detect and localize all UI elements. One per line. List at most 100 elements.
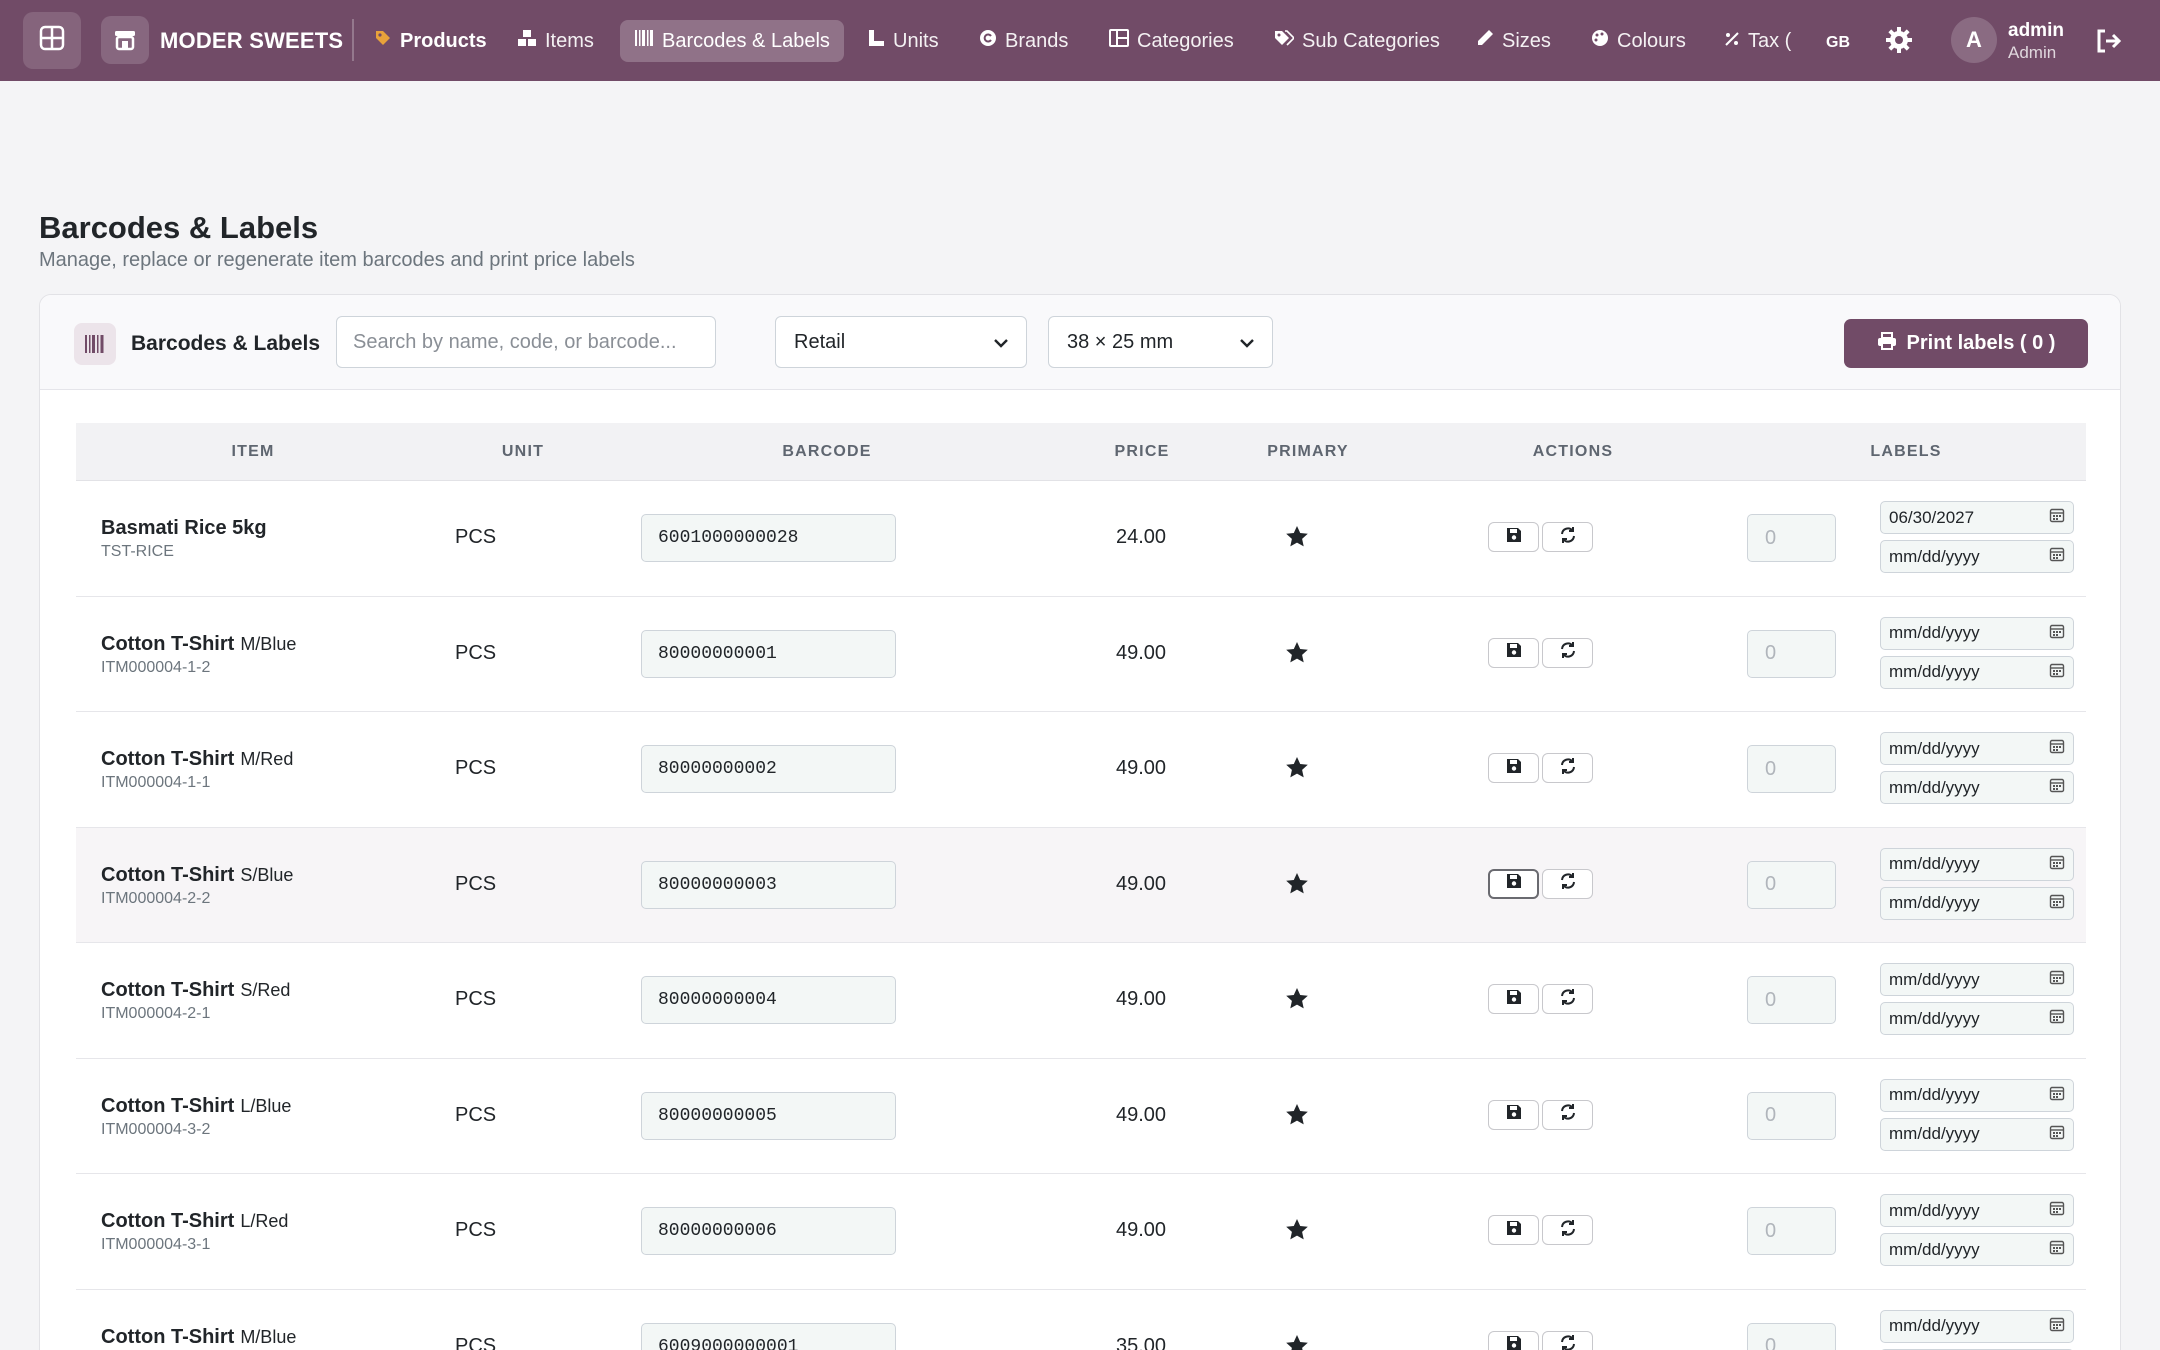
save-icon — [1506, 527, 1522, 548]
apps-grid-button[interactable] — [23, 12, 81, 69]
nav-item-sizes[interactable]: Sizes — [1462, 20, 1565, 62]
primary-star-icon[interactable] — [1285, 1103, 1309, 1131]
label-qty-input[interactable]: 0 — [1747, 745, 1836, 793]
date-input-1[interactable]: 06/30/2027 — [1880, 501, 2074, 534]
search-input[interactable] — [336, 316, 716, 368]
date-input-2[interactable]: mm/dd/yyyy — [1880, 655, 2074, 689]
barcode-input[interactable]: 6009000000001 — [641, 1322, 896, 1350]
date-input-1[interactable]: mm/dd/yyyy — [1880, 963, 2074, 996]
item-unit: PCS — [455, 1219, 497, 1241]
nav-item-products[interactable]: Products — [360, 20, 501, 62]
regenerate-barcode-button[interactable] — [1542, 868, 1593, 899]
primary-star-icon[interactable] — [1285, 1334, 1309, 1350]
save-barcode-button[interactable] — [1488, 522, 1539, 552]
avatar[interactable]: A — [1951, 17, 1997, 63]
gear-icon[interactable] — [1884, 25, 1914, 60]
nav-item-colours[interactable]: Colours — [1577, 20, 1700, 62]
label-qty-input[interactable]: 0 — [1747, 1091, 1836, 1140]
primary-star-icon[interactable] — [1285, 872, 1309, 900]
label-qty-input[interactable]: 0 — [1747, 629, 1836, 678]
primary-star-icon[interactable] — [1285, 525, 1309, 553]
table-row: Cotton T-Shirt S/Blue ITM000004-2-2 PCS 8… — [76, 827, 2086, 943]
label-qty-input[interactable]: 0 — [1747, 1207, 1836, 1255]
save-icon — [1506, 642, 1522, 663]
save-icon — [1506, 1335, 1522, 1350]
date-input-1[interactable]: mm/dd/yyyy — [1880, 616, 2074, 650]
barcode-input[interactable]: 80000000002 — [641, 745, 896, 793]
item-name: Cotton T-Shirt L/Red — [101, 1210, 288, 1233]
date-input-2[interactable]: mm/dd/yyyy — [1880, 1117, 2074, 1151]
item-name-text: Cotton T-Shirt — [101, 1325, 235, 1348]
save-barcode-button[interactable] — [1488, 753, 1539, 783]
item-price: 49.00 — [1115, 872, 1167, 895]
primary-star-icon[interactable] — [1285, 756, 1309, 784]
date-input-2[interactable]: mm/dd/yyyy — [1880, 540, 2074, 573]
nav-item-label: Colours — [1617, 29, 1686, 52]
label-size-select[interactable]: 38 × 25 mm — [1048, 316, 1273, 368]
nav-item-items[interactable]: Items — [503, 20, 608, 62]
save-icon — [1506, 1220, 1522, 1241]
language-selector[interactable]: GB — [1826, 34, 1850, 52]
barcode-input[interactable]: 80000000006 — [641, 1207, 896, 1255]
refresh-icon — [1559, 1103, 1577, 1126]
print-labels-button[interactable]: Print labels ( 0 ) — [1844, 319, 2088, 368]
nav-item-categories[interactable]: Categories — [1095, 20, 1248, 62]
primary-star-icon[interactable] — [1285, 641, 1309, 669]
item-unit: PCS — [455, 1334, 497, 1350]
save-barcode-button[interactable] — [1488, 1099, 1539, 1130]
price-type-select[interactable]: Retail — [775, 316, 1027, 368]
label-qty-input[interactable]: 0 — [1747, 1322, 1836, 1350]
user-name: admin — [2008, 20, 2064, 41]
logout-icon[interactable] — [2094, 27, 2122, 60]
save-barcode-button[interactable] — [1488, 637, 1539, 668]
item-name: Cotton T-Shirt M/Blue — [101, 633, 296, 656]
barcode-input[interactable]: 80000000005 — [641, 1091, 896, 1140]
date-input-1[interactable]: mm/dd/yyyy — [1880, 1194, 2074, 1227]
item-name: Cotton T-Shirt M/Red — [101, 748, 293, 771]
item-variant: M/Blue — [240, 1326, 297, 1347]
date-input-1[interactable]: mm/dd/yyyy — [1880, 732, 2074, 765]
tag-icon — [374, 29, 392, 53]
brand-name[interactable]: MODER SWEETS — [160, 28, 343, 54]
label-qty-input[interactable]: 0 — [1747, 514, 1836, 562]
barcode-input[interactable]: 80000000004 — [641, 976, 896, 1024]
date-value: mm/dd/yyyy — [1889, 969, 1980, 989]
date-input-2[interactable]: mm/dd/yyyy — [1880, 1233, 2074, 1266]
regenerate-barcode-button[interactable] — [1542, 637, 1593, 668]
refresh-icon — [1559, 1334, 1577, 1350]
regenerate-barcode-button[interactable] — [1542, 522, 1593, 552]
regenerate-barcode-button[interactable] — [1542, 1215, 1593, 1245]
categories-icon — [1109, 29, 1129, 53]
save-barcode-button[interactable] — [1488, 984, 1539, 1014]
barcode-input[interactable]: 6001000000028 — [641, 514, 896, 562]
regenerate-barcode-button[interactable] — [1542, 753, 1593, 783]
nav-item-brands[interactable]: Brands — [965, 20, 1082, 62]
regenerate-barcode-button[interactable] — [1542, 1330, 1593, 1350]
barcode-input[interactable]: 80000000003 — [641, 860, 896, 909]
label-qty-input[interactable]: 0 — [1747, 976, 1836, 1024]
date-input-2[interactable]: mm/dd/yyyy — [1880, 886, 2074, 920]
regenerate-barcode-button[interactable] — [1542, 1099, 1593, 1130]
save-barcode-button[interactable] — [1488, 868, 1539, 899]
primary-star-icon[interactable] — [1285, 1218, 1309, 1246]
item-unit: PCS — [455, 641, 497, 664]
nav-item-sub-categories[interactable]: Sub Categories — [1260, 20, 1454, 62]
label-qty-input[interactable]: 0 — [1747, 860, 1836, 909]
date-input-1[interactable]: mm/dd/yyyy — [1880, 1078, 2074, 1112]
regenerate-barcode-button[interactable] — [1542, 984, 1593, 1014]
nav-item-barcodes-labels[interactable]: Barcodes & Labels — [620, 20, 844, 62]
date-input-2[interactable]: mm/dd/yyyy — [1880, 771, 2074, 804]
nav-item-tax[interactable]: Tax ( — [1710, 20, 1805, 62]
nav-item-units[interactable]: Units — [853, 20, 953, 62]
date-input-2[interactable]: mm/dd/yyyy — [1880, 1002, 2074, 1035]
primary-star-icon[interactable] — [1285, 987, 1309, 1015]
calendar-icon — [2049, 662, 2065, 683]
item-variant: S/Blue — [240, 864, 294, 885]
date-input-1[interactable]: mm/dd/yyyy — [1880, 847, 2074, 881]
ruler-icon — [867, 29, 885, 53]
calendar-icon — [2049, 738, 2065, 759]
save-barcode-button[interactable] — [1488, 1215, 1539, 1245]
date-input-1[interactable]: mm/dd/yyyy — [1880, 1309, 2074, 1343]
barcode-input[interactable]: 80000000001 — [641, 629, 896, 678]
save-barcode-button[interactable] — [1488, 1330, 1539, 1350]
